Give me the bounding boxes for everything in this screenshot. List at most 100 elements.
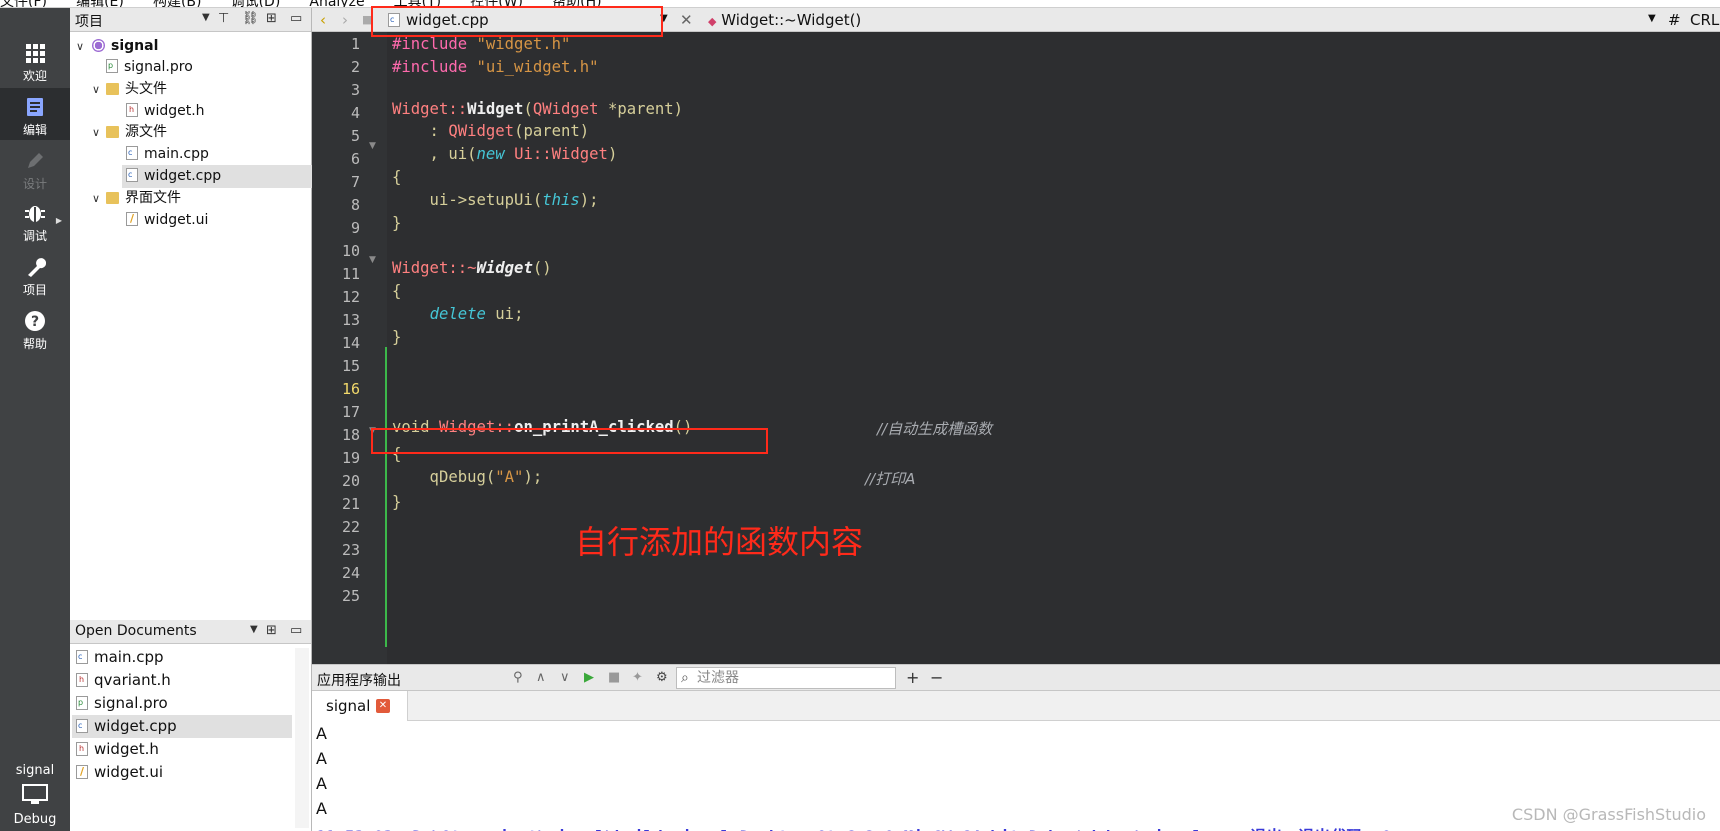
mode-edit[interactable]: 编辑 [0, 88, 70, 140]
line-number: 3 [350, 81, 360, 99]
tree-item-label: 头文件 [125, 81, 167, 97]
tree-item-label: widget.h [144, 103, 205, 119]
menu-bar: 文件(F) 编辑(E) 构建(B) 调试(D) Analyze 工具(T) 控件… [0, 0, 1720, 8]
menu-file[interactable]: 文件(F) [0, 0, 47, 7]
collapse-chevron-icon[interactable]: ∨ [90, 121, 102, 144]
menu-analyze[interactable]: Analyze [309, 0, 364, 7]
tree-item-widget-ui[interactable]: widget.ui [126, 209, 208, 232]
hash-indicator[interactable]: # [1668, 11, 1681, 29]
bug-icon [25, 206, 45, 222]
debug-attach-icon[interactable]: ✦ [632, 670, 643, 685]
collapse-chevron-icon[interactable]: ∨ [74, 35, 86, 58]
kit-selector[interactable]: signal Debug [0, 763, 70, 827]
close-pane-icon[interactable]: ▭ [290, 623, 302, 638]
tree-item-main-cpp[interactable]: main.cpp [126, 143, 209, 166]
view-selector-chevron-icon[interactable]: ▼ [250, 624, 258, 635]
open-doc-qvariant-h[interactable]: qvariant.h [76, 669, 171, 692]
open-documents-scrollbar[interactable] [295, 648, 309, 828]
application-output[interactable]: A A A A 11:53:03: D:\Qt project\signal\b… [312, 721, 1720, 831]
ui-file-icon [126, 212, 138, 226]
fold-marker-icon[interactable]: ▼ [369, 141, 376, 151]
zoom-in-icon[interactable]: + [906, 668, 919, 687]
line-ending-indicator[interactable]: CRL [1690, 11, 1719, 29]
code-line-5: : QWidget(parent) [392, 122, 590, 140]
header-file-icon [126, 103, 138, 117]
menu-debug[interactable]: 调试(D) [231, 0, 281, 7]
menu-build[interactable]: 构建(B) [153, 0, 202, 7]
open-doc-main-cpp[interactable]: main.cpp [76, 646, 164, 669]
open-documents-header: Open Documents ▼ ⊞ ▭ [70, 620, 311, 644]
mode-help[interactable]: ? 帮助 [0, 302, 70, 354]
filter-icon[interactable]: ⊤ [218, 11, 229, 26]
code-line-21: } [392, 493, 402, 511]
mode-help-label: 帮助 [22, 337, 47, 351]
mode-design-label: 设计 [22, 177, 47, 191]
close-document-icon[interactable]: ✕ [680, 11, 693, 29]
open-doc-label: main.cpp [94, 648, 164, 666]
project-pane-header: 项目 ▼ ⊤ ⛓ ⊞ ▭ [70, 8, 311, 32]
wrench-icon [28, 258, 46, 277]
link-icon[interactable]: ⛓ [242, 11, 259, 26]
tab-signal[interactable]: signal ✕ [312, 691, 408, 721]
line-number: 7 [350, 173, 360, 191]
line-number: 17 [341, 403, 360, 421]
forward-arrow-icon[interactable]: › [342, 11, 348, 29]
up-arrow-icon[interactable]: ∧ [536, 670, 546, 685]
tree-item-label: 界面文件 [125, 190, 181, 206]
stop-icon[interactable]: ■ [608, 670, 620, 685]
settings-gear-icon[interactable]: ⚙ [656, 670, 668, 685]
close-tab-icon[interactable]: ✕ [376, 699, 390, 713]
tree-item-label: widget.ui [144, 212, 209, 228]
output-pane-toolbar: 应用程序输出 ⚲ ∧ ∨ ▶ ■ ✦ ⚙ ⌕ 过滤器 + − [312, 664, 1720, 691]
mode-design[interactable]: 设计 [0, 142, 70, 194]
exit-status-line: 11:53:03: D:\Qt project\signal\build-sig… [316, 823, 1391, 831]
code-line-1: #include "widget.h" [392, 35, 571, 53]
tree-item-forms-folder[interactable]: ∨ 界面文件 [90, 187, 181, 210]
output-filter-input[interactable]: ⌕ 过滤器 [676, 667, 896, 689]
line-number: 16 [341, 380, 360, 398]
grid-icon [26, 44, 45, 63]
code-line-2: #include "ui_widget.h" [392, 58, 599, 76]
tree-item-headers-folder[interactable]: ∨ 头文件 [90, 78, 167, 101]
edit-document-icon [27, 98, 43, 116]
collapse-chevron-icon[interactable]: ∨ [90, 78, 102, 101]
cpp-file-icon [126, 168, 138, 182]
collapse-chevron-icon[interactable]: ∨ [90, 187, 102, 210]
annotation-text: 自行添加的函数内容 [575, 523, 864, 561]
attach-icon[interactable]: ⚲ [513, 670, 523, 685]
fold-marker-icon[interactable]: ▼ [369, 255, 376, 265]
line-number: 25 [341, 587, 360, 605]
kit-build-config: Debug [13, 812, 57, 827]
split-icon[interactable]: ⊞ [266, 11, 277, 26]
run-icon[interactable]: ▶ [584, 670, 594, 685]
open-doc-widget-h[interactable]: widget.h [76, 738, 159, 761]
symbol-selector[interactable]: ◆ Widget::~Widget() [708, 11, 861, 29]
line-number: 18 [341, 426, 360, 444]
menu-edit[interactable]: 编辑(E) [76, 0, 124, 7]
line-number: 15 [341, 357, 360, 375]
tree-item-widget-cpp[interactable]: widget.cpp [122, 165, 312, 188]
back-arrow-icon[interactable]: ‹ [320, 11, 326, 29]
close-pane-icon[interactable]: ▭ [290, 11, 302, 26]
mode-debug[interactable]: 调试 ▶ [0, 194, 70, 246]
debug-expand-arrow-icon: ▶ [55, 216, 62, 225]
change-indicator-bar [385, 347, 387, 647]
code-line-20: qDebug("A"); [392, 468, 543, 486]
open-doc-signal-pro[interactable]: signal.pro [76, 692, 168, 715]
open-doc-widget-ui[interactable]: widget.ui [76, 761, 163, 784]
tree-item-signal-project[interactable]: ∨ signal [74, 35, 158, 58]
mode-projects[interactable]: 项目 [0, 248, 70, 300]
symbol-dropdown-chevron-icon[interactable]: ▼ [1648, 13, 1656, 24]
tree-item-sources-folder[interactable]: ∨ 源文件 [90, 121, 167, 144]
tree-item-widget-h[interactable]: widget.h [126, 100, 205, 123]
tree-item-signal-pro[interactable]: signal.pro [106, 56, 193, 79]
code-editor[interactable]: 1 2 3 4 5 6 7 8 9 10 11 12 13 14 15 16 17 18 19 20 21 22 23 24 2… [312, 32, 1720, 664]
open-doc-widget-cpp[interactable]: widget.cpp [72, 715, 292, 738]
project-tree-pane: 项目 ▼ ⊤ ⛓ ⊞ ▭ ∨ signal signal.pro ∨ 头文件 w… [70, 8, 312, 620]
view-selector-chevron-icon[interactable]: ▼ [202, 12, 210, 23]
zoom-out-icon[interactable]: − [930, 668, 943, 687]
down-arrow-icon[interactable]: ∨ [560, 670, 570, 685]
mode-welcome[interactable]: 欢迎 [0, 34, 70, 86]
tree-item-label: signal [111, 38, 159, 54]
split-icon[interactable]: ⊞ [266, 623, 277, 638]
